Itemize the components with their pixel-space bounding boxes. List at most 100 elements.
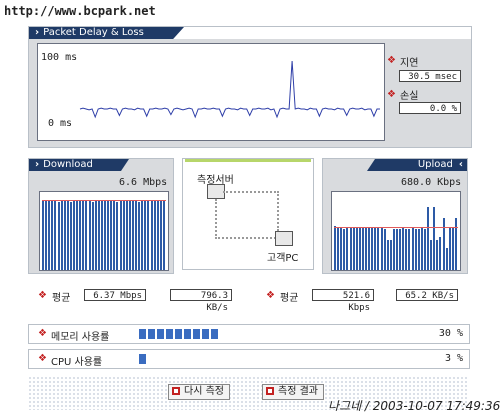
download-bar xyxy=(91,201,94,270)
download-bar xyxy=(131,200,134,270)
download-avg-value: 6.37 Mbps xyxy=(84,289,146,301)
chevron-right-icon: › xyxy=(35,159,40,170)
memory-usage-segment xyxy=(166,329,173,339)
download-bar xyxy=(150,200,153,270)
download-speed: 6.6 Mbps xyxy=(119,177,168,188)
upload-bar xyxy=(377,227,380,270)
cpu-label: CPU 사용률 xyxy=(51,357,103,368)
memory-usage-segment xyxy=(202,329,209,339)
download-bar xyxy=(159,200,162,270)
download-bar xyxy=(73,200,76,270)
upload-bar xyxy=(454,218,457,270)
cpu-usage-bar xyxy=(139,354,429,364)
ul-avg-bullet-icon: ❖ xyxy=(266,290,275,301)
download-bar xyxy=(51,200,54,270)
diagram-accent-bar xyxy=(185,159,311,162)
download-bar xyxy=(42,200,45,270)
download-bar xyxy=(100,200,103,270)
download-bar xyxy=(60,200,63,270)
download-bar xyxy=(135,200,138,270)
download-bar xyxy=(76,200,79,270)
memory-usage-segment xyxy=(157,329,164,339)
upload-avg-value: 521.6 Kbps xyxy=(312,289,374,313)
delay-label: 지연 xyxy=(400,58,419,69)
download-bar xyxy=(104,200,107,270)
download-bar xyxy=(113,200,116,270)
memory-usage-segment xyxy=(148,329,155,339)
upload-average-line xyxy=(334,227,458,229)
connection-diagram: 측정서버 고객PC xyxy=(182,158,314,270)
memory-usage-bar xyxy=(139,329,429,339)
download-bar xyxy=(66,200,69,270)
square-bullet-icon xyxy=(266,387,274,395)
client-monitor-icon xyxy=(275,231,293,246)
site-watermark: http://www.bcpark.net xyxy=(4,4,156,18)
upload-bar xyxy=(402,227,405,270)
download-average-line xyxy=(42,199,166,201)
upload-bar xyxy=(427,207,430,270)
upload-bar xyxy=(355,227,358,270)
memory-usage-segment xyxy=(184,329,191,339)
download-bar xyxy=(107,200,110,270)
cpu-usage-row: ❖ CPU 사용률 3 % xyxy=(28,349,470,369)
upload-bar xyxy=(451,227,454,270)
memory-usage-segment xyxy=(175,329,182,339)
loss-label: 손실 xyxy=(400,91,419,102)
packet-title: Packet Delay & Loss xyxy=(43,27,144,38)
upload-bar xyxy=(361,227,364,270)
upload-bar xyxy=(439,236,442,270)
upload-speed: 680.0 Kbps xyxy=(401,177,462,188)
upload-bar xyxy=(334,225,337,270)
upload-bar xyxy=(396,228,399,270)
chevron-left-icon: ‹ xyxy=(458,159,463,170)
delay-series-line xyxy=(79,60,380,119)
upload-bar xyxy=(386,240,389,270)
client-label: 고객PC xyxy=(267,253,299,264)
upload-bar xyxy=(436,240,439,270)
cpu-value: 3 % xyxy=(444,353,463,364)
results-button[interactable]: 측정 결과 xyxy=(262,384,324,400)
download-avg-kb: 796.3 KB/s xyxy=(170,289,232,313)
upload-bar xyxy=(349,227,352,270)
upload-bar xyxy=(389,240,392,270)
upload-bar xyxy=(399,228,402,270)
memory-usage-segment xyxy=(211,329,218,339)
download-bar xyxy=(128,200,131,270)
download-panel: › Download 6.6 Mbps xyxy=(28,158,174,274)
upload-bar xyxy=(433,207,436,270)
download-bar xyxy=(88,200,91,270)
download-bar-graph xyxy=(39,191,169,271)
memory-usage-segment xyxy=(139,329,146,339)
upload-title: Upload xyxy=(417,159,453,170)
upload-bar xyxy=(411,227,414,270)
download-bar xyxy=(144,200,147,270)
packet-panel: › Packet Delay & Loss 100 ms 0 ms ❖ 지연 30… xyxy=(28,26,472,148)
upload-avg-kb: 65.2 KB/s xyxy=(396,289,458,301)
remeasure-button[interactable]: 다시 측정 xyxy=(168,384,230,400)
download-bar xyxy=(156,200,159,270)
download-bar xyxy=(153,200,156,270)
results-label: 측정 결과 xyxy=(278,386,318,397)
upload-bar xyxy=(358,227,361,270)
memory-usage-segment xyxy=(193,329,200,339)
download-bar xyxy=(125,200,128,270)
download-bar xyxy=(63,200,66,270)
upload-bar xyxy=(352,227,355,270)
download-bar xyxy=(94,200,97,270)
upload-bar xyxy=(408,228,411,270)
upload-bar-graph xyxy=(331,191,461,271)
download-bar xyxy=(79,200,82,270)
packet-delay-graph: 100 ms 0 ms xyxy=(37,43,385,141)
upload-bar xyxy=(383,228,386,270)
dl-avg-bullet-icon: ❖ xyxy=(38,290,47,301)
delay-bullet-icon: ❖ xyxy=(387,55,396,66)
upload-bar xyxy=(405,228,408,270)
chevron-right-icon: › xyxy=(35,27,40,38)
loss-value: 0.0 % xyxy=(399,102,461,114)
download-bar xyxy=(116,201,119,270)
upload-bar xyxy=(442,218,445,270)
packet-tab: › Packet Delay & Loss xyxy=(29,27,184,39)
loss-bullet-icon: ❖ xyxy=(387,89,396,100)
download-bar xyxy=(57,201,60,270)
remeasure-label: 다시 측정 xyxy=(184,386,224,397)
